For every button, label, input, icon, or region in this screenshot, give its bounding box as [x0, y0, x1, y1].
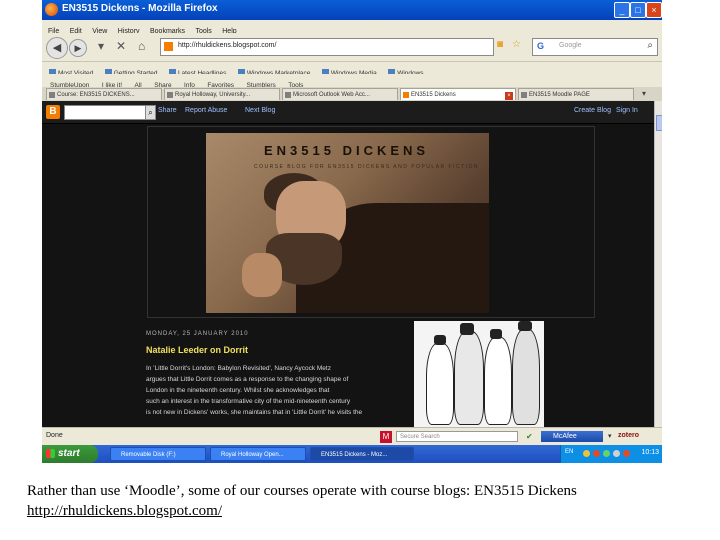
tray-icon[interactable]: [603, 450, 610, 457]
forward-button[interactable]: ▶: [69, 39, 87, 57]
window-title: EN3515 Dickens - Mozilla Firefox: [62, 3, 218, 14]
address-bar[interactable]: http://rhuldickens.blogspot.com/: [160, 38, 494, 56]
blog-description: COURSE BLOG FOR EN3515 DICKENS AND POPUL…: [254, 164, 480, 170]
tab-label: Course: EN3515 DICKENS...: [57, 92, 135, 98]
address-text: http://rhuldickens.blogspot.com/: [178, 42, 277, 49]
navigation-toolbar: ◀ ▶ ▾ ✕ ⌂ http://rhuldickens.blogspot.co…: [42, 33, 662, 62]
bookmark-star-icon[interactable]: ☆: [512, 39, 521, 50]
tray-icon[interactable]: [623, 450, 630, 457]
google-icon: G: [537, 41, 545, 51]
search-icon[interactable]: ⌕: [647, 40, 653, 51]
tab-royal-holloway[interactable]: Royal Holloway, University...: [164, 88, 280, 100]
blog-page: B ⌕ Share Report Abuse Next Blog Create …: [42, 101, 654, 427]
close-button[interactable]: ×: [646, 2, 662, 18]
cartoon-illustration-image: [414, 321, 544, 427]
post-title[interactable]: Natalie Leeder on Dorrit: [146, 345, 248, 355]
menu-bar: File Edit View History Bookmarks Tools H…: [42, 20, 662, 35]
secure-search-input[interactable]: Secure Search: [396, 431, 518, 442]
blogger-favicon-icon: [164, 42, 173, 51]
sign-in-link[interactable]: Sign In: [616, 107, 638, 114]
list-tabs-icon[interactable]: ▾: [642, 89, 646, 98]
tab-favicon-icon: [49, 92, 55, 98]
tab-label: EN3515 Dickens: [411, 92, 456, 98]
system-tray: EN 10:13: [560, 445, 662, 463]
back-button[interactable]: ◀: [46, 37, 68, 59]
dropdown-arrow-icon[interactable]: ▾: [608, 432, 612, 440]
tab-favicon-icon: [167, 92, 173, 98]
tab-outlook[interactable]: Microsoft Outlook Web Acc...: [282, 88, 398, 100]
windows-logo-icon: [46, 449, 55, 458]
post-line: In 'Little Dorrit's London: Babylon Revi…: [146, 365, 331, 372]
tab-strip: Course: EN3515 DICKENS... Royal Holloway…: [42, 87, 662, 101]
vertical-scrollbar[interactable]: [654, 101, 662, 427]
dickens-portrait-image: EN3515 DICKENS COURSE BLOG FOR EN3515 DI…: [206, 133, 489, 313]
zotero-button[interactable]: zotero: [618, 432, 639, 439]
stop-icon[interactable]: ✕: [116, 39, 126, 53]
taskbar-item-royal-holloway[interactable]: Royal Holloway Open...: [210, 447, 306, 461]
taskbar-item-firefox[interactable]: EN3515 Dickens - Moz...: [310, 447, 414, 461]
tab-close-icon[interactable]: ×: [505, 92, 513, 100]
status-bar: Done M Secure Search ✔ McAfee ▾ zotero: [42, 427, 662, 446]
blog-link[interactable]: http://rhuldickens.blogspot.com/: [27, 503, 222, 519]
blog-title[interactable]: EN3515 DICKENS: [264, 143, 429, 158]
post-body: In 'Little Dorrit's London: Babylon Revi…: [146, 363, 398, 427]
language-indicator[interactable]: EN: [565, 449, 573, 455]
mcafee-button[interactable]: McAfee: [541, 431, 603, 442]
start-label: start: [58, 448, 80, 459]
tab-label: Royal Holloway, University...: [175, 92, 251, 98]
tab-label: EN3515 Moodle PAGE: [529, 92, 590, 98]
mcafee-shield-icon[interactable]: M: [380, 431, 392, 443]
stumbleupon-toolbar: StumbleUpon I like it! All Share Info Fa…: [42, 74, 662, 89]
bookmarks-toolbar: Most Visited Getting Started Latest Head…: [42, 62, 662, 77]
taskbar: start Removable Disk (F:) Royal Holloway…: [42, 445, 662, 463]
blog-search-icon[interactable]: ⌕: [145, 105, 156, 120]
post-line: London in the nineteenth century. Whilst…: [146, 387, 330, 394]
maximize-button[interactable]: □: [630, 2, 646, 18]
tray-icon[interactable]: [613, 450, 620, 457]
share-link[interactable]: Share: [158, 107, 177, 114]
create-blog-link[interactable]: Create Blog: [574, 107, 611, 114]
post-date: MONDAY, 25 JANUARY 2010: [146, 331, 249, 337]
caption-text: Rather than use ‘Moodle’, some of our co…: [27, 483, 577, 499]
title-bar: EN3515 Dickens - Mozilla Firefox _ □ ×: [42, 0, 662, 20]
home-icon[interactable]: ⌂: [138, 39, 145, 53]
report-abuse-link[interactable]: Report Abuse: [185, 107, 227, 114]
tray-icon[interactable]: [593, 450, 600, 457]
scrollbar-thumb[interactable]: [656, 115, 662, 131]
status-text: Done: [46, 432, 63, 439]
search-box[interactable]: G Google ⌕: [532, 38, 658, 56]
clock: 10:13: [641, 449, 659, 456]
blogger-logo-icon[interactable]: B: [46, 105, 60, 119]
check-icon: ✔: [526, 432, 533, 441]
tab-en3515-dickens[interactable]: EN3515 Dickens ×: [400, 88, 516, 100]
firefox-icon: [45, 3, 58, 16]
search-placeholder: Google: [559, 42, 582, 49]
taskbar-item-removable-disk[interactable]: Removable Disk (F:): [110, 447, 206, 461]
post-line: is not new in Dickens' works, she mainta…: [146, 409, 363, 416]
rss-icon[interactable]: ◙: [497, 39, 503, 50]
tab-favicon-icon: [403, 92, 409, 98]
tab-favicon-icon: [521, 92, 527, 98]
blogger-navbar: B ⌕ Share Report Abuse Next Blog Create …: [42, 101, 654, 124]
post-line: such an interest in the transformative c…: [146, 398, 351, 405]
slide-caption: Rather than use ‘Moodle’, some of our co…: [27, 481, 707, 521]
blog-search-input[interactable]: [64, 105, 146, 120]
tray-icon[interactable]: [583, 450, 590, 457]
next-blog-link[interactable]: Next Blog: [245, 107, 275, 114]
minimize-button[interactable]: _: [614, 2, 630, 18]
tab-moodle[interactable]: EN3515 Moodle PAGE: [518, 88, 634, 100]
dropdown-arrow-icon[interactable]: ▾: [98, 39, 104, 53]
tab-label: Microsoft Outlook Web Acc...: [293, 92, 370, 98]
browser-screenshot: EN3515 Dickens - Mozilla Firefox _ □ × F…: [42, 0, 662, 463]
tab-favicon-icon: [285, 92, 291, 98]
tab-course[interactable]: Course: EN3515 DICKENS...: [46, 88, 162, 100]
start-button[interactable]: start: [42, 445, 98, 463]
post-line: argues that Little Dorrit comes as a res…: [146, 376, 349, 383]
